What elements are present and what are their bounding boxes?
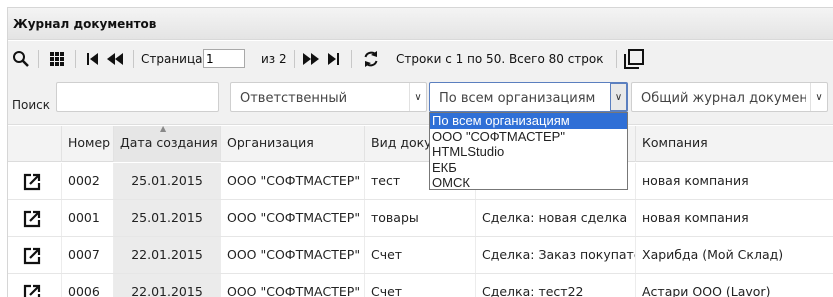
copy-icon[interactable]: [623, 49, 645, 69]
page-count-label: из 2: [261, 52, 287, 66]
column-header-date[interactable]: ▲ Дата создания: [113, 126, 220, 162]
organization-dropdown-list: По всем организациям ООО "СОФТМАСТЕР" HT…: [429, 112, 628, 190]
window-titlebar: Журнал документов: [8, 8, 833, 40]
organization-select-value: По всем организациям: [439, 91, 596, 106]
cell-company: Астари ООО (Lavor): [635, 274, 833, 297]
window-title: Журнал документов: [13, 17, 157, 31]
documents-journal-window: Журнал документов Страница из 2: [7, 7, 833, 297]
refresh-icon[interactable]: [360, 49, 382, 69]
table-row[interactable]: 0006 22.01.2015 ООО "СОФТМАСТЕР" Счет Сд…: [8, 274, 833, 297]
column-header-organization[interactable]: Организация: [220, 126, 364, 162]
dropdown-option[interactable]: HTMLStudio: [430, 144, 627, 160]
cell-deal: Сделка: тест22: [475, 274, 635, 297]
journal-select-value: Общий журнал документов: [641, 91, 806, 106]
page-label: Страница: [141, 52, 203, 66]
cell-deal: Сделка: Заказ покупателя: [475, 237, 635, 273]
table-row[interactable]: 0002 25.01.2015 ООО "СОФТМАСТЕР" тест но…: [8, 163, 833, 200]
cell-number: 0006: [61, 274, 113, 297]
journal-select[interactable]: Общий журнал документов ∨: [631, 82, 828, 112]
search-icon[interactable]: [11, 49, 31, 69]
cell-date: 25.01.2015: [113, 163, 220, 199]
cell-company: новая компания: [635, 163, 833, 199]
cell-organization: ООО "СОФТМАСТЕР": [220, 274, 364, 297]
search-input[interactable]: [56, 82, 219, 112]
page-number-input[interactable]: [203, 49, 245, 68]
cell-organization: ООО "СОФТМАСТЕР": [220, 200, 364, 236]
grid-settings-icon[interactable]: [47, 49, 67, 69]
cell-document-type: Счет: [364, 237, 475, 273]
cell-number: 0001: [61, 200, 113, 236]
cell-company: Харибда (Мой Склад): [635, 237, 833, 273]
sort-indicator-icon: ▲: [160, 126, 167, 133]
column-header-number[interactable]: Номер: [61, 126, 113, 162]
open-external-icon[interactable]: [22, 283, 42, 297]
cell-deal: Сделка: новая сделка: [475, 200, 635, 236]
cell-date: 25.01.2015: [113, 200, 220, 236]
next-page-icon[interactable]: [301, 49, 321, 69]
chevron-down-icon: ∨: [810, 83, 827, 111]
grid-header: Номер ▲ Дата создания Организация Вид до…: [8, 126, 833, 162]
cell-company: новая компания: [635, 200, 833, 236]
open-external-icon[interactable]: [22, 209, 42, 229]
open-external-icon[interactable]: [22, 246, 42, 266]
dropdown-option[interactable]: ЕКБ: [430, 160, 627, 176]
previous-page-icon[interactable]: [105, 49, 125, 69]
chevron-down-icon: ∨: [409, 83, 426, 111]
cell-organization: ООО "СОФТМАСТЕР": [220, 237, 364, 273]
cell-document-type: Счет: [364, 274, 475, 297]
column-header-company[interactable]: Компания: [635, 126, 833, 162]
table-row[interactable]: 0007 22.01.2015 ООО "СОФТМАСТЕР" Счет Сд…: [8, 237, 833, 274]
table-row[interactable]: 0001 25.01.2015 ООО "СОФТМАСТЕР" товары …: [8, 200, 833, 237]
responsible-select-placeholder: Ответственный: [240, 91, 348, 106]
first-page-icon[interactable]: [83, 49, 103, 69]
cell-document-type: товары: [364, 200, 475, 236]
organization-select[interactable]: По всем организациям ∨: [429, 82, 628, 112]
cell-number: 0007: [61, 237, 113, 273]
search-label: Поиск: [12, 98, 51, 112]
dropdown-option[interactable]: ООО "СОФТМАСТЕР": [430, 129, 627, 145]
open-external-icon[interactable]: [22, 172, 42, 192]
cell-date: 22.01.2015: [113, 274, 220, 297]
column-header-open: [8, 126, 61, 162]
rows-info: Строки с 1 по 50. Всего 80 строк: [396, 52, 604, 66]
responsible-select[interactable]: Ответственный ∨: [230, 82, 427, 112]
cell-number: 0002: [61, 163, 113, 199]
last-page-icon[interactable]: [323, 49, 343, 69]
cell-date: 22.01.2015: [113, 237, 220, 273]
dropdown-option[interactable]: По всем организациям: [430, 113, 627, 129]
filter-bar: Поиск Ответственный ∨ По всем организаци…: [8, 81, 833, 125]
toolbar: Страница из 2 Строки с 1 по 50. Всего 80…: [8, 41, 833, 81]
chevron-down-icon: ∨: [610, 83, 627, 111]
dropdown-option[interactable]: ОМСК: [430, 175, 627, 191]
cell-organization: ООО "СОФТМАСТЕР": [220, 163, 364, 199]
